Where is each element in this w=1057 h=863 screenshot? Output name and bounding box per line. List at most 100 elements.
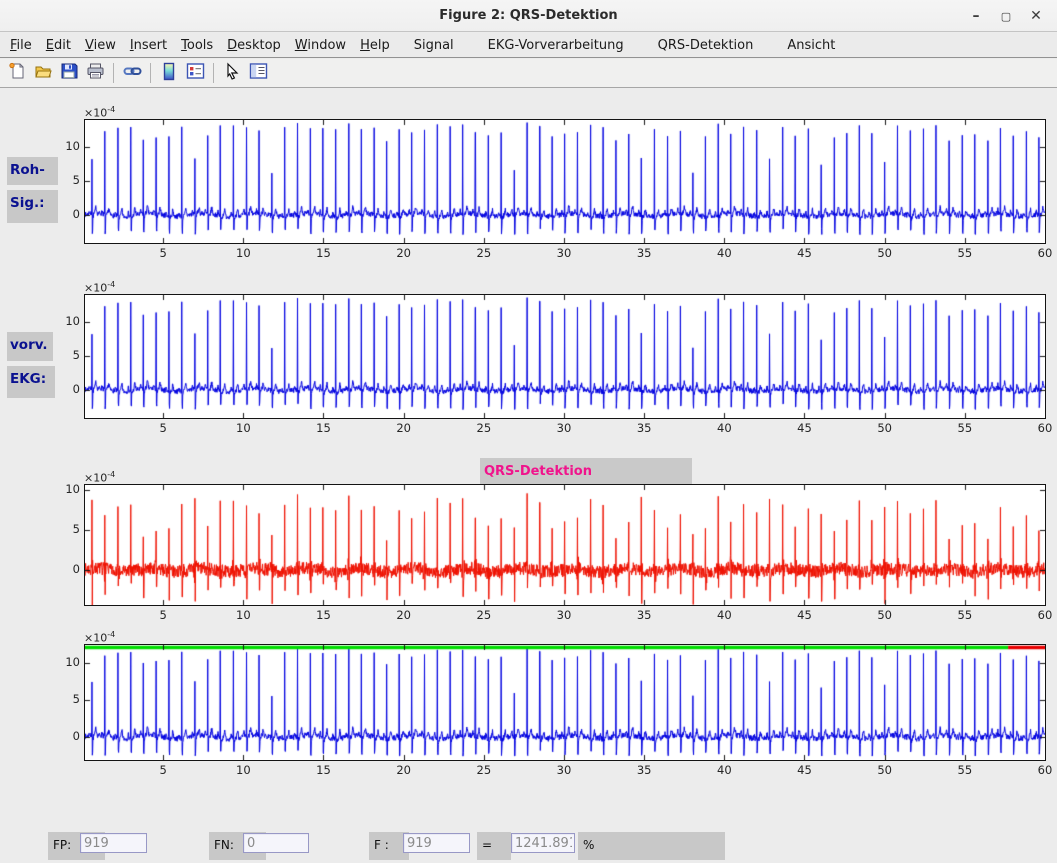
x-tick-label: 40: [707, 421, 741, 435]
toolbar-separator: [213, 63, 214, 83]
property-editor-button[interactable]: [246, 61, 270, 85]
x-tick-label: 45: [787, 608, 821, 622]
x-tick-label: 55: [948, 608, 982, 622]
side-label-vorv: vorv.: [7, 332, 53, 361]
y-tick-label: 5: [46, 522, 80, 536]
close-button[interactable]: ✕: [1021, 3, 1051, 29]
x-tick-label: 20: [387, 421, 421, 435]
x-tick-label: 30: [547, 421, 581, 435]
x-tick-label: 55: [948, 763, 982, 777]
y-tick-label: 0: [46, 729, 80, 743]
menu-item-qrs-detektion[interactable]: QRS-Detektion: [641, 35, 771, 56]
insert-legend-button[interactable]: [183, 61, 207, 85]
x-tick-label: 20: [387, 763, 421, 777]
y-scale-label-qrs-detektion: ×10-4: [84, 470, 115, 485]
x-tick-label: 25: [467, 608, 501, 622]
fn-input[interactable]: [243, 833, 309, 853]
x-tick-label: 30: [547, 246, 581, 260]
toolbar-separator: [113, 63, 114, 83]
x-tick-label: 5: [146, 246, 180, 260]
window-title: Figure 2: QRS-Detektion: [439, 8, 617, 23]
x-tick-label: 25: [467, 246, 501, 260]
menu-item-help[interactable]: Help: [353, 35, 397, 56]
x-tick-label: 60: [1028, 421, 1057, 435]
menu-item-signal[interactable]: Signal: [397, 35, 471, 56]
y-tick-label: 5: [46, 692, 80, 706]
insert-colorbar-button[interactable]: [157, 61, 181, 85]
plot-canvas-vorverarbeitetes-ekg[interactable]: [84, 294, 1046, 419]
save-icon: [60, 62, 78, 84]
save-figure-button[interactable]: [57, 61, 81, 85]
x-tick-label: 60: [1028, 763, 1057, 777]
fp-input[interactable]: [80, 833, 147, 853]
x-tick-label: 60: [1028, 246, 1057, 260]
ratio-input[interactable]: [511, 833, 575, 853]
toolbar-separator: [150, 63, 151, 83]
x-tick-label: 50: [868, 421, 902, 435]
open-file-button[interactable]: [31, 61, 55, 85]
equals-label: =: [477, 832, 511, 860]
x-tick-label: 30: [547, 608, 581, 622]
print-figure-button[interactable]: [83, 61, 107, 85]
x-tick-label: 15: [306, 246, 340, 260]
plot-title: QRS-Detektion: [480, 458, 692, 485]
x-tick-label: 10: [226, 421, 260, 435]
plot-canvas-qrs-detektion[interactable]: [84, 484, 1046, 606]
menu-item-ansicht[interactable]: Ansicht: [770, 35, 852, 56]
colorbar-icon: [161, 62, 177, 85]
new-figure-button[interactable]: [5, 61, 29, 85]
x-tick-label: 25: [467, 763, 501, 777]
x-tick-label: 40: [707, 608, 741, 622]
x-tick-label: 45: [787, 421, 821, 435]
x-tick-label: 5: [146, 421, 180, 435]
menu-item-ekg-vorverarbeitung[interactable]: EKG-Vorverarbeitung: [471, 35, 641, 56]
side-label-sig: Sig.:: [7, 190, 58, 223]
property-editor-icon: [249, 62, 268, 84]
x-tick-label: 20: [387, 246, 421, 260]
link-icon: [123, 62, 142, 84]
plot-canvas-detektions-ergebnis[interactable]: [84, 644, 1046, 761]
side-label-roh: Roh-: [7, 157, 58, 185]
x-tick-label: 45: [787, 246, 821, 260]
x-tick-label: 50: [868, 763, 902, 777]
y-tick-label: 10: [46, 314, 80, 328]
edit-plot-button[interactable]: [220, 61, 244, 85]
link-plot-button[interactable]: [120, 61, 144, 85]
x-tick-label: 40: [707, 246, 741, 260]
y-scale-label-detektions-ergebnis: ×10-4: [84, 630, 115, 645]
menu-item-view[interactable]: View: [78, 35, 123, 56]
x-tick-label: 45: [787, 763, 821, 777]
maximize-button[interactable]: ▢: [991, 3, 1021, 29]
pointer-icon: [224, 62, 240, 84]
x-tick-label: 10: [226, 246, 260, 260]
plot-canvas-roh-signal[interactable]: [84, 119, 1046, 244]
menu-item-insert[interactable]: Insert: [123, 35, 174, 56]
y-tick-label: 0: [46, 562, 80, 576]
percent-label: %: [578, 832, 725, 860]
print-icon: [86, 62, 105, 84]
x-tick-label: 50: [868, 246, 902, 260]
x-tick-label: 10: [226, 608, 260, 622]
open-folder-icon: [34, 62, 53, 84]
x-tick-label: 15: [306, 608, 340, 622]
x-tick-label: 25: [467, 421, 501, 435]
y-scale-label-vorverarbeitetes-ekg: ×10-4: [84, 280, 115, 295]
x-tick-label: 35: [627, 421, 661, 435]
x-tick-label: 50: [868, 608, 902, 622]
menu-item-window[interactable]: Window: [288, 35, 353, 56]
toolbar: [0, 59, 1057, 88]
minimize-button[interactable]: –: [961, 3, 991, 29]
menu-item-tools[interactable]: Tools: [174, 35, 220, 56]
x-tick-label: 15: [306, 421, 340, 435]
plot-title-box: QRS-Detektion: [480, 458, 692, 485]
menu-item-file[interactable]: File: [3, 35, 39, 56]
x-tick-label: 5: [146, 608, 180, 622]
x-tick-label: 5: [146, 763, 180, 777]
x-tick-label: 10: [226, 763, 260, 777]
menu-bar: FileEditViewInsertToolsDesktopWindowHelp…: [0, 33, 1057, 58]
menu-item-edit[interactable]: Edit: [39, 35, 78, 56]
menu-item-desktop[interactable]: Desktop: [220, 35, 288, 56]
y-tick-label: 10: [46, 139, 80, 153]
x-tick-label: 60: [1028, 608, 1057, 622]
f-input[interactable]: [403, 833, 470, 853]
